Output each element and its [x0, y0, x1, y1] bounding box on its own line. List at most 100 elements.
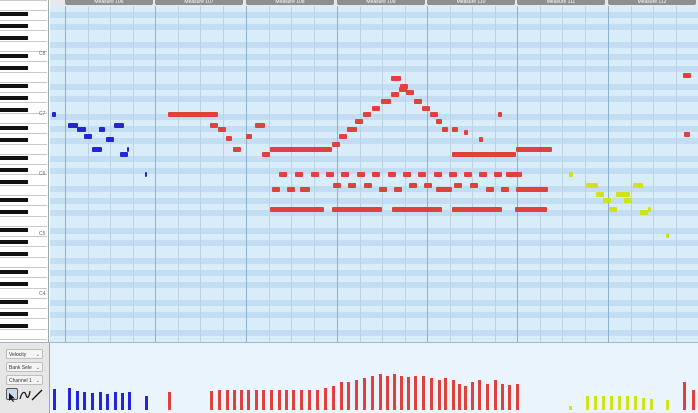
velocity-bar-red[interactable]: [516, 384, 519, 410]
note-red[interactable]: [262, 152, 270, 157]
note-yellow[interactable]: [596, 192, 604, 197]
velocity-bar-red[interactable]: [226, 390, 229, 410]
velocity-bar-red[interactable]: [471, 382, 474, 410]
velocity-bar-red[interactable]: [430, 378, 433, 410]
velocity-bar-red[interactable]: [501, 384, 504, 410]
velocity-bar-blue[interactable]: [106, 394, 109, 410]
note-red[interactable]: [226, 136, 232, 141]
note-blue[interactable]: [127, 147, 129, 152]
black-key[interactable]: [0, 252, 28, 256]
black-key[interactable]: [0, 210, 28, 214]
note-red[interactable]: [233, 147, 241, 152]
velocity-bar-red[interactable]: [300, 390, 303, 410]
velocity-bar-red[interactable]: [692, 390, 695, 410]
note-yellow[interactable]: [648, 207, 651, 212]
velocity-bar-red[interactable]: [393, 374, 396, 410]
black-key[interactable]: [0, 168, 28, 172]
note-red[interactable]: [486, 187, 494, 192]
velocity-bar-yellow[interactable]: [666, 400, 669, 410]
black-key[interactable]: [0, 24, 28, 28]
velocity-bar-red[interactable]: [414, 376, 417, 410]
note-red[interactable]: [452, 207, 502, 212]
velocity-bar-red[interactable]: [400, 376, 403, 410]
note-red[interactable]: [332, 207, 382, 212]
velocity-bar-yellow[interactable]: [586, 396, 589, 410]
note-red[interactable]: [452, 152, 516, 157]
velocity-bar-red[interactable]: [340, 382, 343, 410]
velocity-bar-red[interactable]: [494, 380, 497, 410]
velocity-bar-red[interactable]: [386, 376, 389, 410]
black-key[interactable]: [0, 156, 28, 160]
note-yellow[interactable]: [609, 207, 617, 212]
measure-label[interactable]: Measure 112: [608, 0, 696, 5]
note-red[interactable]: [270, 147, 332, 152]
velocity-bar-yellow[interactable]: [569, 406, 572, 410]
note-red[interactable]: [347, 127, 357, 132]
note-red[interactable]: [501, 187, 509, 192]
velocity-bar-yellow[interactable]: [634, 396, 637, 410]
note-blue[interactable]: [106, 137, 114, 142]
velocity-bar-red[interactable]: [508, 385, 511, 410]
velocity-bar-red[interactable]: [422, 376, 425, 410]
note-red[interactable]: [379, 187, 387, 192]
velocity-bar-red[interactable]: [486, 384, 489, 410]
pointer-tool-button[interactable]: [6, 388, 18, 402]
white-key[interactable]: [0, 72, 47, 83]
note-red[interactable]: [436, 187, 452, 192]
velocity-bar-blue[interactable]: [128, 392, 131, 410]
velocity-bar-red[interactable]: [458, 384, 461, 410]
velocity-bar-yellow[interactable]: [650, 399, 653, 410]
black-key[interactable]: [0, 12, 28, 16]
velocity-bar-red[interactable]: [371, 376, 374, 410]
note-red[interactable]: [449, 172, 457, 177]
note-yellow[interactable]: [633, 183, 643, 188]
note-red[interactable]: [348, 183, 356, 188]
velocity-bar-blue[interactable]: [114, 392, 117, 410]
note-red[interactable]: [422, 106, 430, 111]
note-yellow[interactable]: [586, 183, 598, 188]
note-red[interactable]: [168, 112, 218, 117]
piano-roll-grid[interactable]: [50, 6, 698, 342]
velocity-bar-blue[interactable]: [83, 392, 86, 410]
velocity-bar-red[interactable]: [452, 380, 455, 410]
note-red[interactable]: [326, 172, 334, 177]
white-key[interactable]: [0, 0, 47, 11]
velocity-bar-yellow[interactable]: [594, 396, 597, 410]
velocity-bar-red[interactable]: [316, 390, 319, 410]
note-red[interactable]: [434, 172, 442, 177]
white-key[interactable]: [0, 185, 47, 196]
white-key[interactable]: [0, 144, 47, 155]
black-key[interactable]: [0, 36, 28, 40]
note-red[interactable]: [270, 207, 324, 212]
note-red[interactable]: [494, 172, 502, 177]
note-blue[interactable]: [84, 134, 92, 139]
black-key[interactable]: [0, 228, 28, 232]
velocity-bar-yellow[interactable]: [602, 396, 605, 410]
velocity-bar-red[interactable]: [379, 374, 382, 410]
velocity-bar-blue[interactable]: [121, 393, 124, 410]
note-red[interactable]: [339, 134, 347, 139]
velocity-bar-blue[interactable]: [76, 391, 79, 410]
note-red[interactable]: [287, 187, 295, 192]
note-blue[interactable]: [77, 127, 86, 132]
velocity-bar-red[interactable]: [355, 380, 358, 410]
velocity-bar-blue[interactable]: [68, 388, 71, 410]
velocity-bar-red[interactable]: [292, 390, 295, 410]
velocity-bar-red[interactable]: [683, 382, 686, 410]
black-key[interactable]: [0, 198, 28, 202]
note-red[interactable]: [311, 172, 319, 177]
velocity-bar-blue[interactable]: [91, 393, 94, 410]
note-red[interactable]: [246, 134, 252, 139]
note-red[interactable]: [333, 183, 341, 188]
velocity-bar-red[interactable]: [464, 386, 467, 410]
note-yellow[interactable]: [624, 198, 632, 203]
black-key[interactable]: [0, 240, 28, 244]
black-key[interactable]: [0, 138, 28, 142]
note-red[interactable]: [452, 127, 458, 132]
white-key[interactable]: [0, 257, 47, 268]
note-blue[interactable]: [99, 127, 105, 132]
parameter-select[interactable]: Velocity ⌄: [6, 349, 43, 359]
note-red[interactable]: [392, 207, 442, 212]
velocity-bar-red[interactable]: [270, 390, 273, 410]
measure-label[interactable]: Measure 107: [155, 0, 243, 5]
